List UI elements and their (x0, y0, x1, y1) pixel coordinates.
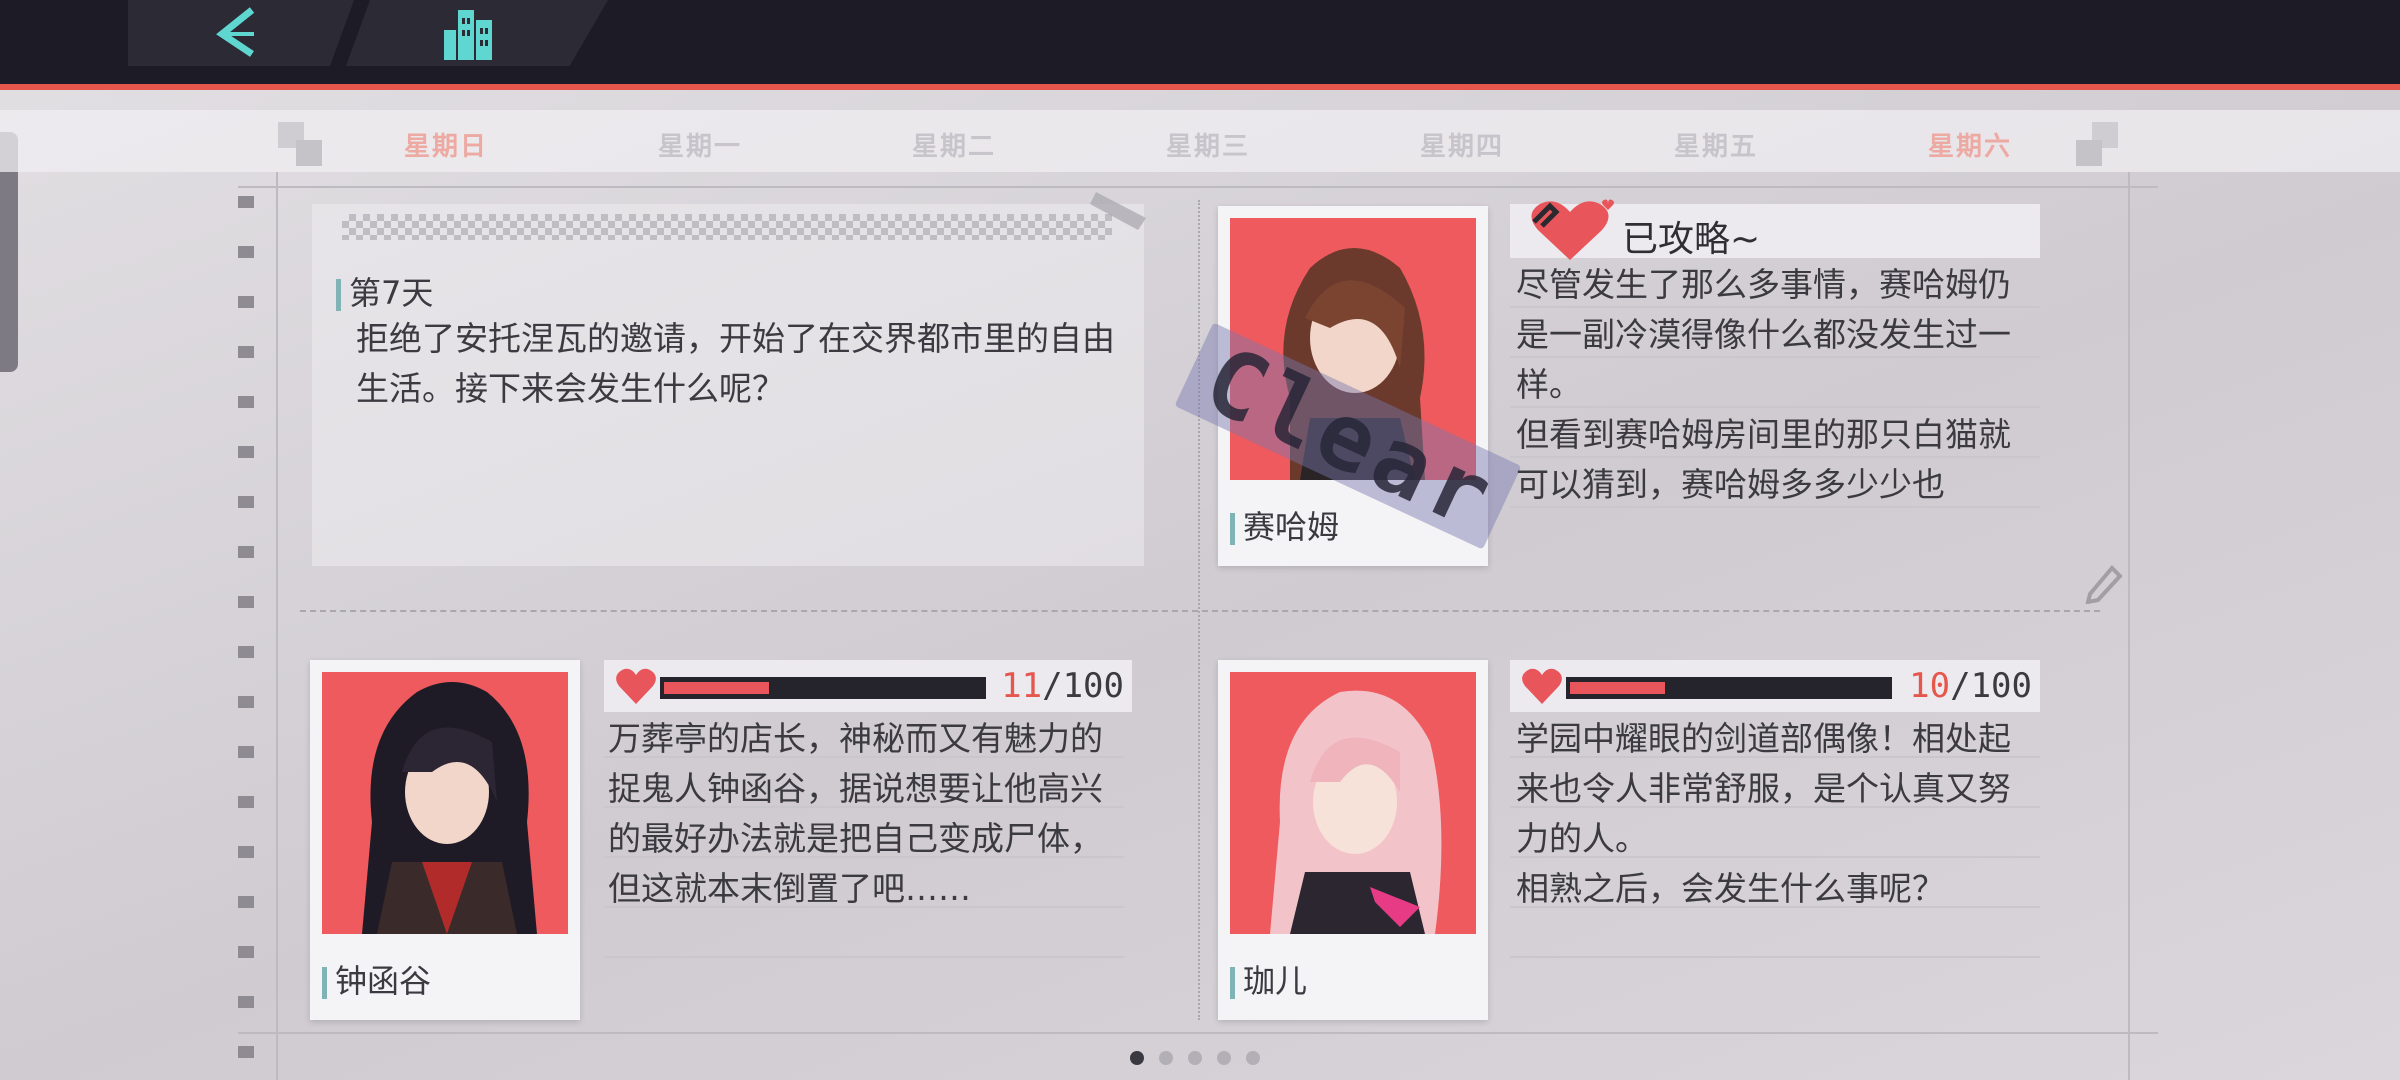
affection-status-bar: 11/100 (604, 660, 1132, 712)
notebook-bottom-line (238, 1032, 2158, 1034)
weekday-tuesday: 星期二 (911, 132, 996, 162)
page-dot[interactable] (1246, 1051, 1260, 1065)
character-description: 万葬亭的店长，神秘而又有魅力的捉鬼人钟函谷，据说想要让他高兴的最好办法就是把自己… (608, 719, 1103, 908)
character-portrait (322, 672, 568, 934)
home-button[interactable] (436, 4, 502, 62)
note-checker-border (342, 214, 1112, 240)
binding-ring (238, 196, 254, 208)
binding-ring (238, 346, 254, 358)
binding-ring (238, 796, 254, 808)
character-description: 尽管发生了那么多事情，赛哈姆仍是一副冷漠得像什么都没发生过一样。 但看到赛哈姆房… (1516, 265, 2011, 504)
notebook-margin-line (276, 172, 278, 1080)
affection-count: 10/100 (1909, 666, 2032, 706)
weekday-thursday: 星期四 (1419, 132, 1504, 162)
binding-ring (238, 746, 254, 758)
affection-current: 10 (1909, 666, 1951, 706)
page-dot[interactable] (1130, 1051, 1144, 1065)
binding-ring (238, 396, 254, 408)
note-day-text: 第7天 (349, 274, 434, 312)
notebook-right-line (2128, 172, 2130, 1080)
binding-ring (238, 696, 254, 708)
tape-decoration (1090, 192, 1146, 230)
affection-fill (664, 682, 769, 694)
page-dot[interactable] (1188, 1051, 1202, 1065)
binding-ring (238, 646, 254, 658)
binding-ring (238, 1046, 254, 1058)
accent-bar (336, 279, 341, 311)
conquered-label: 已攻略~ (1622, 219, 1761, 260)
note-text: 拒绝了安托涅瓦的邀请，开始了在交界都市里的自由生活。接下来会发生什么呢？ (356, 319, 1115, 408)
heart-with-clip-icon (1531, 199, 1614, 260)
binding-ring (238, 446, 254, 458)
binding-ring (238, 946, 254, 958)
zhong-hangu-portrait-image (322, 672, 568, 934)
page-indicator (1130, 1050, 1275, 1069)
chevron-left-icon (216, 7, 255, 57)
note-day-label: 第7天 (336, 268, 433, 314)
affection-bar (1566, 677, 1892, 699)
character-card-jiaer[interactable]: 珈儿 (1218, 660, 1488, 1020)
character-description: 学园中耀眼的剑道部偶像！相处起来也令人非常舒服，是个认真又努力的人。 相熟之后，… (1516, 719, 2011, 908)
binding-ring (238, 496, 254, 508)
page-dot[interactable] (1159, 1051, 1173, 1065)
affection-bar (660, 677, 986, 699)
weekday-sunday: 星期日 (403, 132, 488, 162)
affection-status-bar: 10/100 (1510, 660, 2040, 712)
character-name: 珈儿 (1230, 956, 1307, 1002)
section-divider (300, 610, 2100, 612)
affection-current: 11 (1001, 666, 1043, 706)
nav-panel (128, 0, 608, 66)
binding-ring (238, 546, 254, 558)
binding-ring (238, 296, 254, 308)
binding-ring (238, 246, 254, 258)
character-name-text: 钟函谷 (335, 962, 432, 1000)
weekday-monday: 星期一 (657, 132, 742, 162)
character-name-text: 赛哈姆 (1243, 508, 1340, 546)
rule-line (1510, 956, 2040, 958)
rule-line (604, 956, 1124, 958)
affection-count: 11/100 (1001, 666, 1124, 706)
city-buildings-icon (444, 10, 492, 60)
weekday-header: 星期日 星期一 星期二 星期三 星期四 星期五 星期六 (0, 110, 2400, 172)
corner-decoration (278, 122, 322, 166)
back-button[interactable] (210, 4, 270, 62)
column-divider (1198, 200, 1200, 1020)
character-name: 赛哈姆 (1230, 502, 1339, 548)
heart-icon (616, 668, 656, 704)
accent-bar (1230, 513, 1235, 545)
conquered-status-bar: 已攻略~ (1510, 199, 2040, 260)
character-card-zhong-hangu[interactable]: 钟函谷 (310, 660, 580, 1020)
accent-bar (1230, 967, 1235, 999)
top-bar (0, 0, 2400, 90)
jiaer-portrait-image (1230, 672, 1476, 934)
heart-icon (1522, 668, 1562, 704)
page-dot[interactable] (1217, 1051, 1231, 1065)
corner-decoration (2076, 122, 2118, 166)
binding-ring (238, 996, 254, 1008)
weekday-saturday: 星期六 (1927, 132, 2012, 162)
affection-fill (1570, 682, 1665, 694)
binding-ring (238, 896, 254, 908)
binding-ring (238, 596, 254, 608)
weekday-wednesday: 星期三 (1165, 132, 1250, 162)
accent-bar (322, 967, 327, 999)
notebook-top-line (238, 186, 2158, 188)
weekday-friday: 星期五 (1673, 132, 1758, 162)
pencil-icon[interactable] (2082, 558, 2128, 604)
diary-note: 第7天 拒绝了安托涅瓦的邀请，开始了在交界都市里的自由生活。接下来会发生什么呢？ (312, 204, 1144, 566)
affection-max: /100 (1042, 666, 1124, 706)
header-accent-line (0, 84, 2400, 90)
character-portrait (1230, 672, 1476, 934)
binding-ring (238, 846, 254, 858)
character-name-text: 珈儿 (1243, 962, 1308, 1000)
affection-max: /100 (1950, 666, 2032, 706)
character-name: 钟函谷 (322, 956, 431, 1002)
